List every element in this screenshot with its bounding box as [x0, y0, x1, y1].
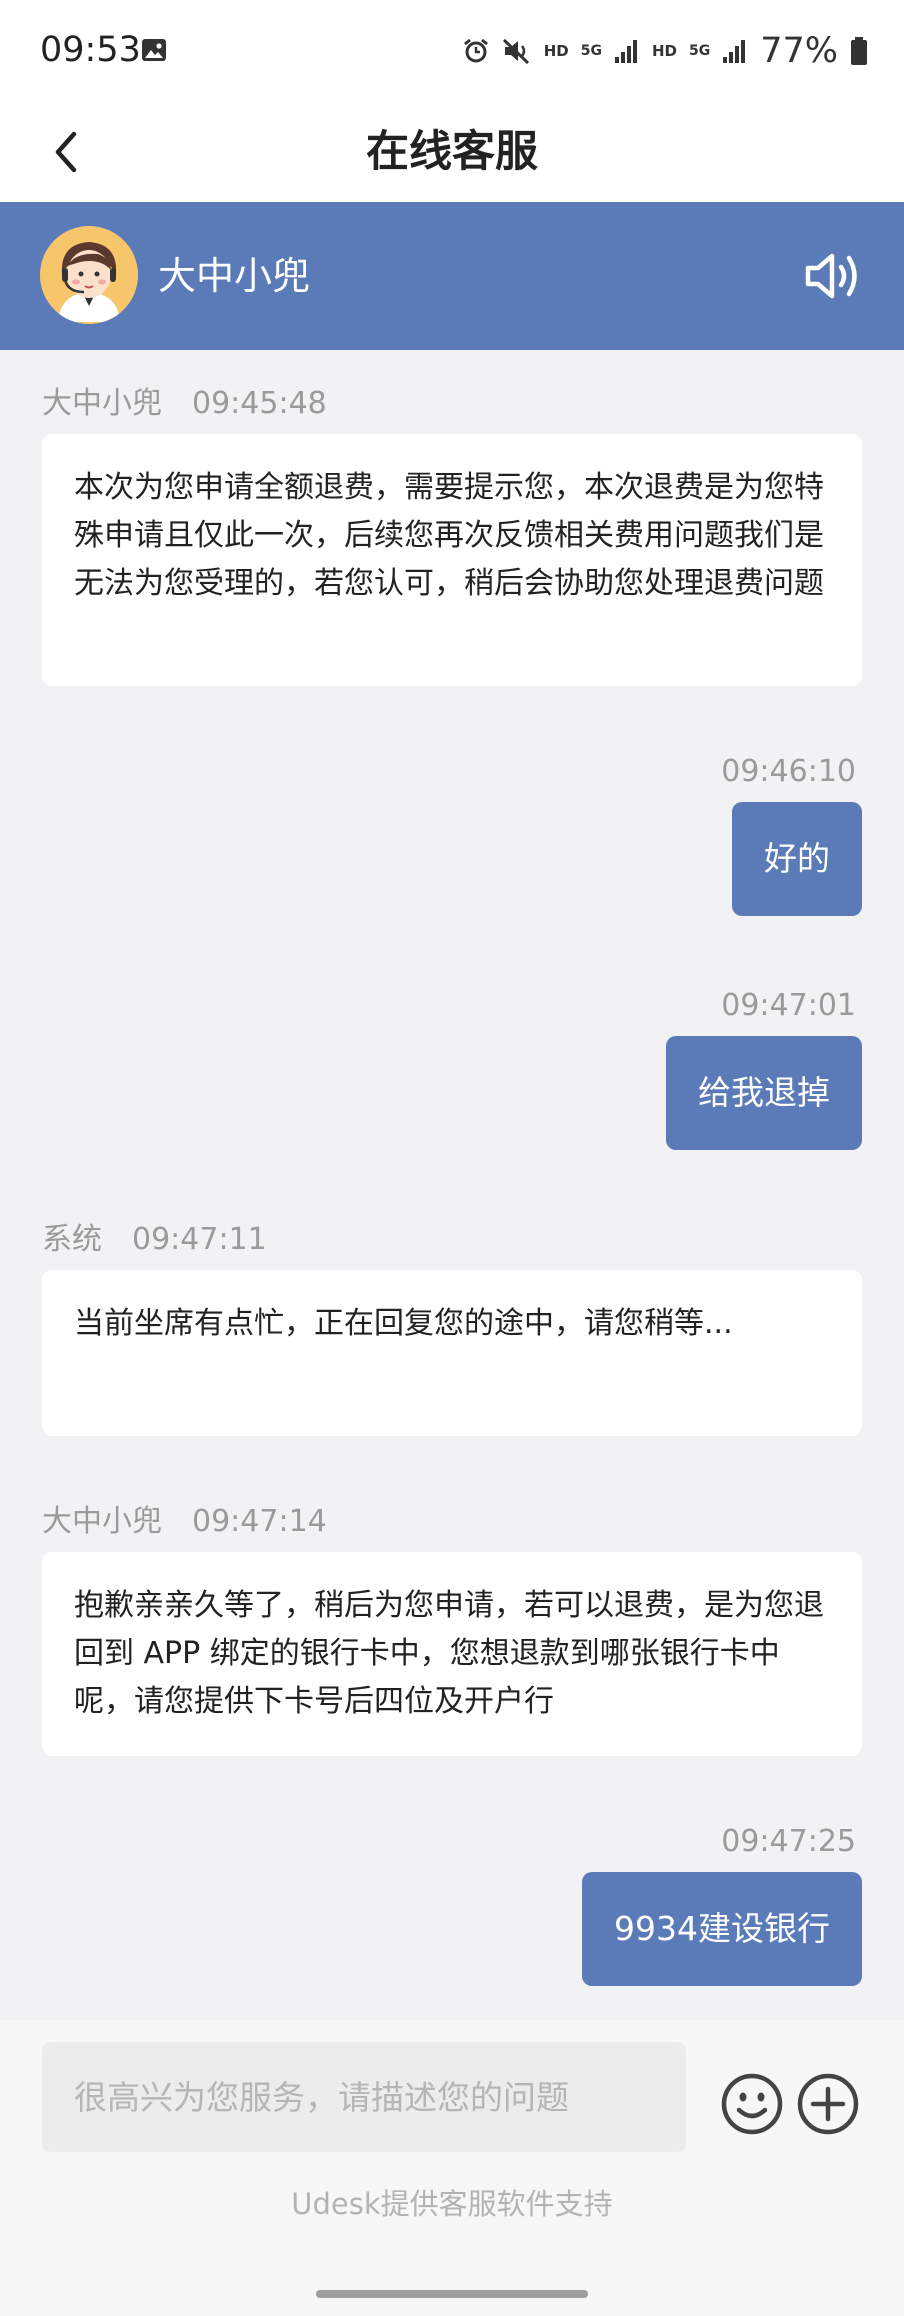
top-header: 在线客服	[0, 104, 904, 202]
home-indicator[interactable]	[316, 2290, 588, 2298]
plus-icon[interactable]	[796, 2072, 860, 2136]
emoji-icon[interactable]	[720, 2072, 784, 2136]
message-sender: 系统	[42, 1222, 102, 1257]
status-icons: HD 5G HD 5G 77%	[462, 28, 868, 74]
message-meta: 大中小兜 09:47:14	[42, 1502, 327, 1542]
message-time: 09:45:48	[192, 386, 327, 421]
speaker-icon[interactable]	[804, 248, 866, 304]
battery-percent: 77%	[760, 31, 838, 71]
agent-avatar	[40, 226, 138, 324]
message-time: 09:46:10	[721, 754, 856, 789]
incoming-message-bubble: 抱歉亲亲久等了，稍后为您申请，若可以退费，是为您退回到 APP 绑定的银行卡中，…	[42, 1552, 862, 1756]
mute-icon	[502, 38, 529, 65]
network-label: 5G	[688, 43, 711, 59]
incoming-message-bubble: 当前坐席有点忙，正在回复您的途中，请您稍等...	[42, 1270, 862, 1436]
battery-icon	[851, 37, 867, 65]
message-input[interactable]	[42, 2042, 686, 2152]
incoming-message-bubble: 本次为您申请全额退费，需要提示您，本次退费是为您特殊申请且仅此一次，后续您再次反…	[42, 434, 862, 686]
hd-label: HD	[543, 42, 569, 60]
status-time: 09:53	[40, 30, 141, 70]
message-meta: 大中小兜 09:45:48	[42, 384, 327, 424]
status-bar: 09:53 HD 5G HD 5G 77%	[0, 0, 904, 104]
message-time: 09:47:14	[192, 1504, 327, 1539]
outgoing-message-bubble: 9934建设银行	[582, 1872, 862, 1986]
hd-label: HD	[651, 42, 677, 60]
agent-name: 大中小兜	[158, 254, 311, 298]
message-meta: 系统 09:47:11	[42, 1220, 267, 1260]
outgoing-message-bubble: 给我退掉	[666, 1036, 862, 1150]
signal-icon	[723, 40, 746, 63]
signal-icon	[614, 40, 637, 63]
message-time: 09:47:01	[721, 988, 856, 1023]
alarm-icon	[463, 38, 488, 63]
network-label: 5G	[580, 43, 602, 59]
message-sender: 大中小兜	[42, 1504, 162, 1539]
footer-note: Udesk提供客服软件支持	[291, 2187, 613, 2221]
outgoing-message-bubble: 好的	[732, 802, 862, 916]
message-sender: 大中小兜	[42, 386, 162, 421]
message-time: 09:47:25	[721, 1824, 856, 1859]
page-title: 在线客服	[366, 127, 538, 177]
gallery-icon	[142, 39, 166, 61]
message-time: 09:47:11	[132, 1222, 267, 1257]
